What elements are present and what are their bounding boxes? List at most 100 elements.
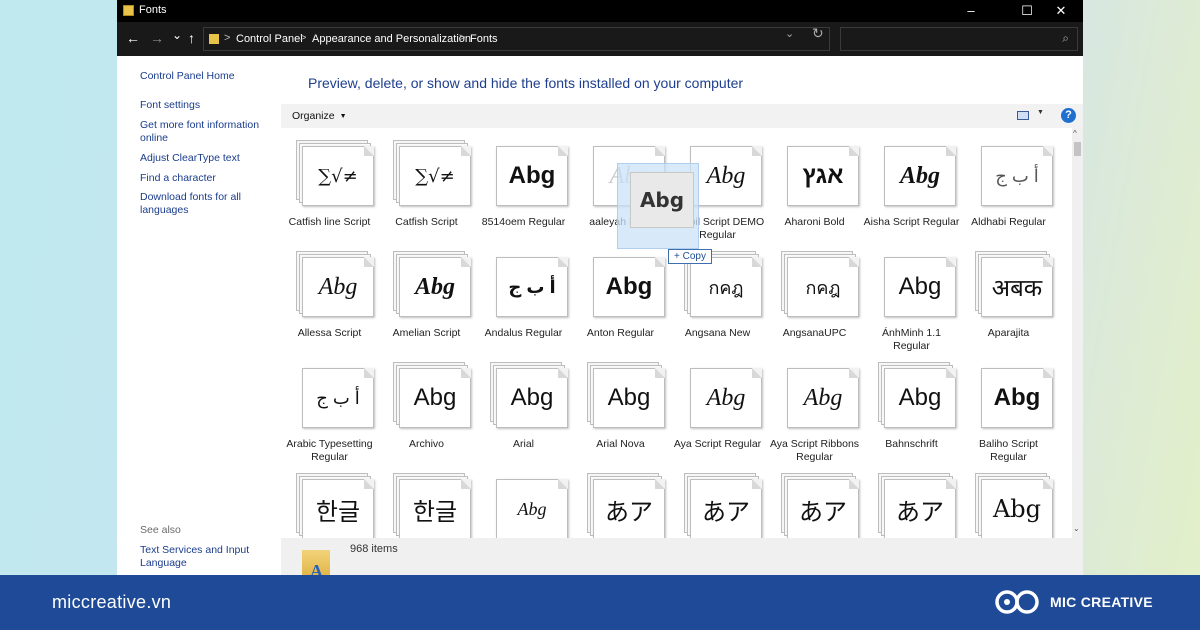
font-sample: Abg [517,498,547,519]
close-button[interactable]: ✕ [1039,0,1083,22]
scroll-up-icon[interactable]: ^ [1073,129,1077,138]
recent-locations-button[interactable]: ⌄ [172,28,182,42]
font-file-icon: Abg [490,140,570,206]
font-tile[interactable]: Abg [475,461,572,538]
font-letter-icon: A [310,561,323,575]
font-tile[interactable]: Abg Aya Script Ribbons Regular [766,350,863,463]
font-tile[interactable]: Abg Arial [475,350,572,461]
font-tile[interactable]: أ ب ج Aldhabi Regular [960,128,1057,239]
font-tile[interactable]: Abg Aya Script Regular [669,350,766,461]
font-tile[interactable]: ∑√≠ Catfish line Script [281,128,378,239]
font-tile[interactable]: あア [572,461,669,538]
up-button[interactable]: ↑ [188,30,195,46]
font-file-icon: กคฎ [781,251,861,317]
font-sample: あア [702,498,750,526]
font-file-icon: Abg [296,251,376,317]
font-sample: Abg [992,495,1042,523]
font-sample: أ ب ج [316,387,360,408]
organize-button[interactable]: Organize ▼ [292,110,347,122]
scroll-down-icon[interactable]: ⌄ [1073,524,1080,533]
font-sample: Abg [898,273,942,300]
font-tile[interactable]: Abg Archivo [378,350,475,461]
command-bar: Organize ▼ ▼ ? [281,104,1083,128]
font-sample: Abg [607,384,651,411]
help-icon[interactable]: ? [1061,108,1076,123]
font-file-icon: أ ب ج [490,251,570,317]
font-name: Amelian Script [392,327,461,339]
font-file-icon: Abg [393,362,473,428]
refresh-icon[interactable]: ↻ [812,25,824,42]
font-tile[interactable]: 한글 [281,461,378,538]
font-sample: あア [896,498,944,526]
font-sample: أ ب ج [995,165,1039,186]
font-sample: กคฎ [708,277,744,298]
font-tile[interactable]: 한글 [378,461,475,538]
font-tile[interactable]: あア [863,461,960,538]
adjust-cleartype-link[interactable]: Adjust ClearType text [140,152,270,165]
font-name: Angsana New [684,327,751,339]
minimize-button[interactable]: – [949,0,993,22]
forward-button[interactable]: → [150,30,164,46]
font-sample: Abg [414,273,455,300]
fonts-folder-icon: A [302,550,330,575]
change-view-icon[interactable] [1017,111,1029,120]
font-sample: 한글 [412,498,458,526]
font-tile[interactable]: กคฎ AngsanaUPC [766,239,863,350]
font-tile[interactable]: Abg Anton Regular [572,239,669,350]
font-sample: กคฎ [805,277,841,298]
copy-badge: + Copy [668,249,712,264]
font-tile[interactable]: أ ب ج Arabic Typesetting Regular [281,350,378,463]
breadcrumb[interactable]: > Control Panel > Appearance and Persona… [203,27,830,51]
back-button[interactable]: ← [126,30,140,46]
font-tile[interactable]: あア [766,461,863,538]
mic-creative-logo-icon [995,590,1039,614]
page-title: Preview, delete, or show and hide the fo… [308,75,744,91]
get-font-info-link[interactable]: Get more font information online [140,119,270,145]
font-settings-link[interactable]: Font settings [140,99,270,112]
font-tile[interactable]: אגץ Aharoni Bold [766,128,863,239]
drag-preview: Abg [617,163,699,249]
vertical-scrollbar[interactable]: ^ ⌄ [1072,128,1083,538]
font-file-icon: Abg [878,362,958,428]
scroll-thumb[interactable] [1074,142,1081,156]
font-sample: ∑√≠ [415,165,455,187]
font-tile[interactable]: Abg Aisha Script Regular [863,128,960,239]
font-name: Anton Regular [586,327,655,339]
font-tile[interactable]: ∑√≠ Catfish Script [378,128,475,239]
font-tile[interactable]: Abg ÁnhMinh 1.1 Regular [863,239,960,352]
text-services-link[interactable]: Text Services and Input Language [140,544,270,570]
font-file-icon: Abg [975,473,1055,538]
breadcrumb-appearance[interactable]: Appearance and Personalization [312,33,471,45]
font-file-icon: 한글 [296,473,376,538]
font-tile[interactable]: Abg Allessa Script [281,239,378,350]
font-tile[interactable]: Abg [960,461,1057,538]
font-tile[interactable]: Abg Amelian Script [378,239,475,350]
search-input[interactable]: ⌕ [840,27,1078,51]
font-tile[interactable]: أ ب ج Andalus Regular [475,239,572,350]
font-tile[interactable]: अबक Aparajita [960,239,1057,350]
font-file-icon: أ ب ج [296,362,376,428]
download-fonts-link[interactable]: Download fonts for all languages [140,191,270,217]
view-options-chevron-icon[interactable]: ▼ [1037,109,1044,116]
font-file-icon: Abg [490,473,570,538]
font-sample: Abg [899,162,940,189]
control-panel-home-link[interactable]: Control Panel Home [140,70,270,83]
status-bar: A 968 items [281,538,1083,575]
font-tile[interactable]: Abg Arial Nova [572,350,669,461]
find-character-link[interactable]: Find a character [140,172,270,185]
font-tile[interactable]: Abg Bahnschrift [863,350,960,461]
breadcrumb-control-panel[interactable]: Control Panel [236,33,303,45]
font-sample: أ ب ج [508,276,556,297]
folder-icon [209,34,219,44]
font-sample: Abg [510,384,554,411]
font-file-icon: Abg [684,362,764,428]
address-dropdown-icon[interactable]: ⌄ [785,27,794,40]
font-tile[interactable]: Abg Baliho Script Regular [960,350,1057,463]
font-tile[interactable]: あア [669,461,766,538]
breadcrumb-fonts[interactable]: Fonts [470,33,498,45]
font-file-icon: あア [781,473,861,538]
site-url[interactable]: miccreative.vn [52,592,171,613]
font-sample: Abg [706,162,746,189]
font-tile[interactable]: Abg 8514oem Regular [475,128,572,239]
fonts-folder-icon [123,5,134,16]
